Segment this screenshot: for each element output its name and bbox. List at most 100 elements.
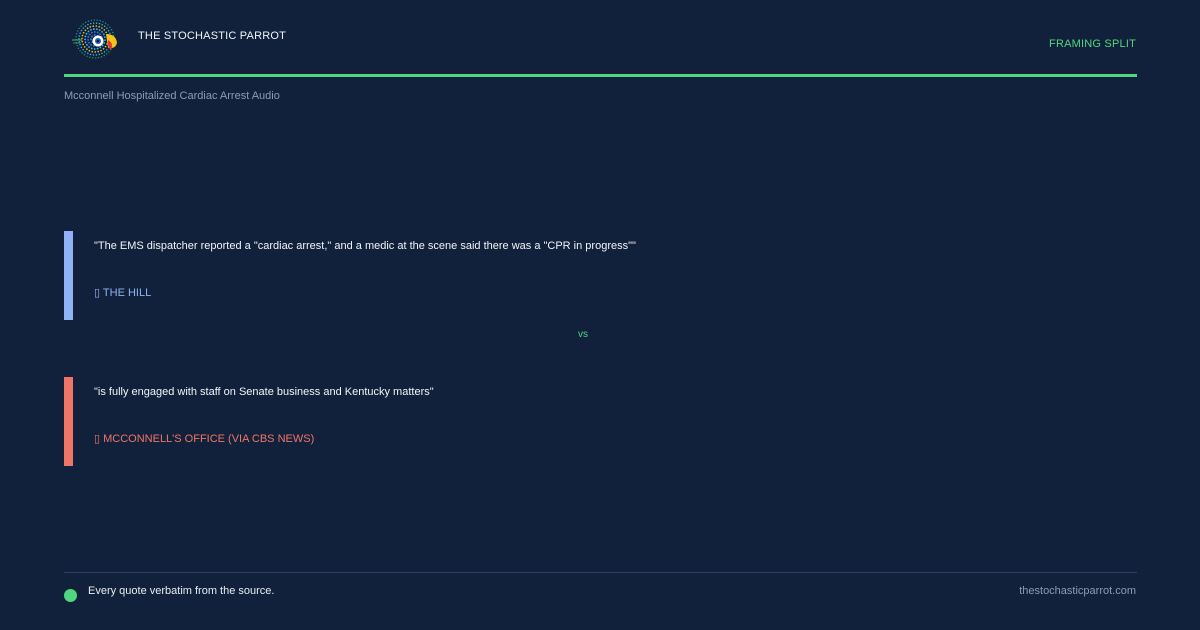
logo-dot	[108, 51, 110, 53]
logo-dot	[94, 51, 97, 53]
logo-dot	[80, 46, 83, 49]
logo-dot	[93, 33, 96, 37]
logo-dot	[92, 44, 95, 47]
logo-dot	[88, 33, 91, 36]
logo-dot	[98, 22, 101, 25]
logo-dot	[103, 54, 105, 57]
logo-dot	[92, 28, 95, 30]
logo-dot	[86, 55, 88, 57]
logo-dot	[79, 43, 81, 46]
logo-dot	[109, 32, 111, 35]
logo-dot	[79, 32, 81, 34]
logo-dot	[90, 35, 93, 38]
framing-split-card: THE STOCHASTIC PARROT FRAMING SPLIT Mcco…	[0, 0, 1200, 630]
logo-dot	[79, 50, 81, 52]
logo-dot	[84, 29, 87, 32]
logo-dot	[91, 31, 93, 34]
logo-dot	[75, 36, 77, 38]
logo-dot	[95, 28, 98, 31]
logo-dot	[102, 33, 105, 36]
logo-dot	[84, 25, 87, 27]
logo-dot	[78, 35, 81, 37]
logo-dot	[103, 29, 106, 31]
logo-dot	[87, 38, 90, 41]
logo-dot	[81, 34, 84, 37]
framing-split-label: FRAMING SPLIT	[1049, 38, 1136, 50]
logo-dot	[76, 44, 78, 47]
logo-dot	[77, 47, 80, 49]
logo-dot	[103, 36, 106, 39]
logo-dot	[102, 21, 104, 23]
logo-dot	[82, 48, 84, 51]
logo-dot	[95, 25, 98, 27]
logo-dot	[83, 46, 86, 48]
logo-dot	[93, 31, 96, 33]
logo-dot	[106, 49, 108, 51]
logo-dot	[86, 48, 88, 50]
logo-dot	[101, 23, 103, 26]
logo-dot	[92, 25, 95, 27]
logo-dot	[81, 40, 84, 43]
logo-dot	[88, 49, 91, 52]
logo-dot	[99, 33, 102, 36]
logo-dot	[82, 31, 85, 34]
logo-dot	[88, 41, 91, 44]
logo-dot	[98, 29, 101, 32]
logo-dot	[81, 52, 83, 54]
logo-dot	[105, 31, 107, 34]
header-divider	[64, 74, 1137, 77]
quote-accent-bar	[64, 377, 73, 466]
parrot-logo-icon	[72, 19, 117, 59]
logo-dot	[90, 28, 92, 31]
logo-dot	[95, 54, 98, 56]
site-link[interactable]: thestochasticparrot.com	[1019, 585, 1136, 597]
logo-dot	[89, 56, 91, 58]
logo-dot	[89, 22, 92, 25]
logo-dot	[96, 19, 98, 21]
logo-dot	[101, 44, 104, 47]
logo-dot	[90, 43, 93, 46]
logo-dot	[78, 38, 80, 40]
logo-dot	[87, 36, 90, 38]
quote-text: "The EMS dispatcher reported a "cardiac …	[94, 240, 636, 252]
quote-text: "is fully engaged with staff on Senate b…	[94, 386, 434, 398]
logo-dot	[102, 47, 105, 50]
logo-dot	[85, 32, 88, 35]
logo-dot	[93, 19, 95, 21]
logo-dot	[80, 25, 82, 27]
logo-dot	[95, 57, 97, 59]
logo-dot	[110, 29, 113, 31]
logo-dot	[112, 31, 114, 34]
logo-dot	[90, 47, 93, 50]
logo-dot	[78, 41, 80, 43]
logo-dot	[78, 27, 80, 30]
logo-dot	[87, 23, 89, 26]
logo-dot	[104, 39, 106, 41]
logo-dot	[112, 34, 115, 36]
logo-dot	[80, 29, 83, 32]
logo-dot	[84, 50, 87, 53]
logo-dot	[103, 25, 106, 28]
logo-dot	[90, 19, 92, 22]
logo-dot	[82, 23, 84, 25]
logo-dot	[93, 48, 96, 50]
logo-dot	[83, 54, 86, 56]
logo-dot	[97, 50, 100, 53]
logo-dot	[87, 30, 90, 33]
logo-dot	[107, 29, 110, 32]
quote-accent-bar	[64, 231, 73, 320]
logo-dot	[98, 56, 100, 59]
logo-dot	[96, 31, 99, 34]
logo-dot	[91, 50, 94, 53]
footer-note: Every quote verbatim from the source.	[88, 585, 275, 597]
logo-dot	[92, 54, 95, 56]
logo-dot	[107, 24, 109, 26]
logo-dot	[82, 27, 84, 29]
logo-dot	[106, 27, 108, 30]
logo-dot	[104, 22, 107, 24]
logo-dot	[100, 56, 103, 58]
versus-divider: vs	[578, 329, 588, 340]
logo-dot	[103, 51, 106, 53]
logo-dot	[96, 47, 99, 50]
quote-source: ▯ THE HILL	[94, 287, 152, 299]
